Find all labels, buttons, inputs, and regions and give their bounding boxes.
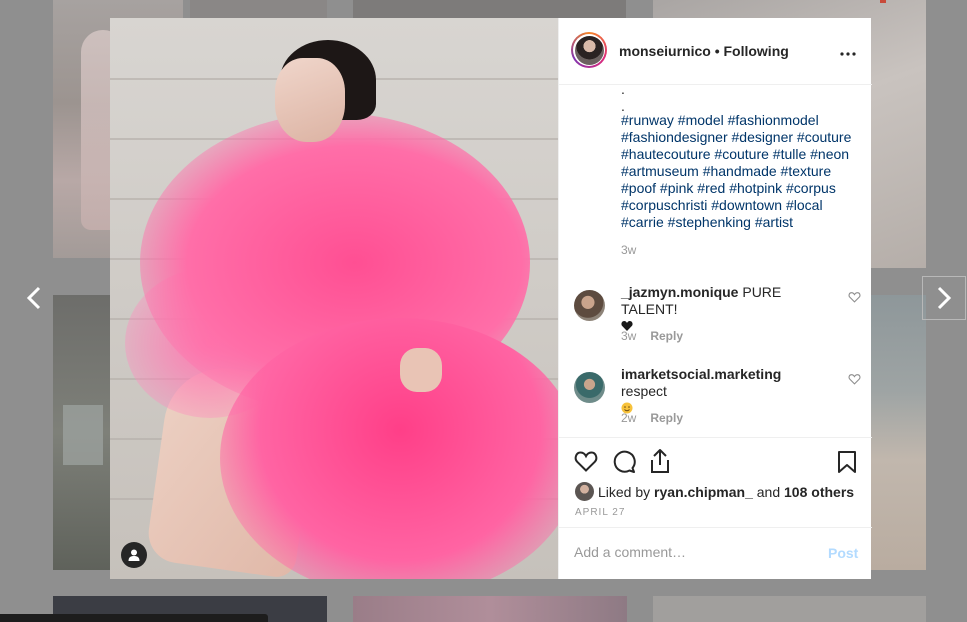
caption-dot-line: .	[621, 85, 625, 97]
post-comment-button[interactable]: Post	[828, 545, 858, 561]
chevron-left-icon	[26, 286, 41, 310]
comment-like-icon[interactable]	[848, 291, 861, 303]
comment-body: respect	[621, 383, 667, 399]
likes-summary: Liked by ryan.chipman_ and 108 others	[575, 482, 854, 501]
more-options-icon	[840, 52, 856, 56]
comment-meta: 3w Reply	[621, 329, 683, 343]
feed-thumbnail	[653, 596, 926, 622]
share-icon[interactable]	[649, 448, 671, 474]
add-comment-bar: Post	[559, 527, 872, 579]
commenter-username[interactable]: imarketsocial.marketing	[621, 366, 781, 382]
author-username[interactable]: monseiurnico	[619, 43, 711, 59]
caption-dots: . .	[621, 85, 625, 115]
heart-icon[interactable]	[574, 450, 598, 472]
browser-status-bar	[0, 614, 268, 622]
feed-thumbnail	[353, 596, 627, 622]
liker-username[interactable]: ryan.chipman_	[654, 484, 753, 500]
previous-post-button[interactable]	[12, 276, 56, 320]
likes-prefix: Liked by	[598, 483, 651, 500]
hashtag-line[interactable]: #hautecouture #couture #tulle #neon	[621, 146, 861, 163]
author-avatar[interactable]	[571, 32, 607, 68]
reply-button[interactable]: Reply	[650, 411, 683, 425]
post-date[interactable]: APRIL 27	[575, 507, 625, 518]
model-face	[275, 58, 345, 142]
hashtag-line[interactable]: #carrie #stephenking #artist	[621, 214, 861, 231]
author-header-line: monseiurnico • Following	[619, 43, 789, 59]
notification-mark	[880, 0, 886, 3]
comments-scroll-area[interactable]: . . #runway #model #fashionmodel #fashio…	[559, 85, 872, 437]
post-photo	[110, 18, 558, 579]
comment-bubble-icon[interactable]	[612, 450, 636, 474]
avatar-image	[574, 35, 604, 65]
commenter-username[interactable]: _jazmyn.monique	[621, 284, 738, 300]
user-tag-button[interactable]	[121, 542, 147, 568]
comment-time[interactable]: 3w	[621, 329, 636, 343]
commenter-avatar[interactable]	[574, 290, 605, 321]
chevron-right-icon	[937, 286, 952, 310]
feed-thumbnail	[871, 295, 926, 570]
comment-like-icon[interactable]	[848, 373, 861, 385]
avatar-frame	[573, 34, 605, 66]
comment-input[interactable]	[574, 544, 804, 560]
comment-text: _jazmyn.monique PURE TALENT!	[621, 284, 831, 332]
hashtag-line[interactable]: #corpuschristi #downtown #local	[621, 197, 861, 214]
follow-status-button[interactable]: Following	[723, 43, 788, 59]
post-details-panel: monseiurnico • Following . . #runway #mo…	[558, 18, 872, 579]
caption-hashtags: #runway #model #fashionmodel #fashiondes…	[621, 112, 861, 231]
model-hand	[400, 348, 442, 392]
reply-button[interactable]: Reply	[650, 329, 683, 343]
feed-thumbnail	[190, 0, 327, 18]
comment-meta: 2w Reply	[621, 411, 683, 425]
feed-thumbnail	[353, 0, 626, 18]
liker-avatar[interactable]	[575, 482, 594, 501]
bookmark-icon[interactable]	[837, 450, 857, 474]
hashtag-line[interactable]: #poof #pink #red #hotpink #corpus	[621, 180, 861, 197]
separator-dot: •	[714, 43, 720, 59]
comment-time[interactable]: 2w	[621, 411, 636, 425]
next-post-button[interactable]	[922, 276, 966, 320]
caption-timestamp[interactable]: 3w	[621, 243, 636, 257]
likes-others-link[interactable]: 108 others	[784, 484, 854, 500]
hashtag-line[interactable]: #artmuseum #handmade #texture	[621, 163, 861, 180]
hashtag-line[interactable]: #fashiondesigner #designer #couture	[621, 129, 861, 146]
comment-text: imarketsocial.marketing respect	[621, 366, 831, 414]
likes-middle: and	[756, 483, 781, 500]
hashtag-line[interactable]: #runway #model #fashionmodel	[621, 112, 861, 129]
commenter-avatar[interactable]	[574, 372, 605, 403]
more-options-button[interactable]	[840, 40, 856, 61]
post-header: monseiurnico • Following	[559, 18, 872, 85]
post-modal: monseiurnico • Following . . #runway #mo…	[110, 18, 872, 579]
user-tag-icon	[128, 549, 140, 561]
